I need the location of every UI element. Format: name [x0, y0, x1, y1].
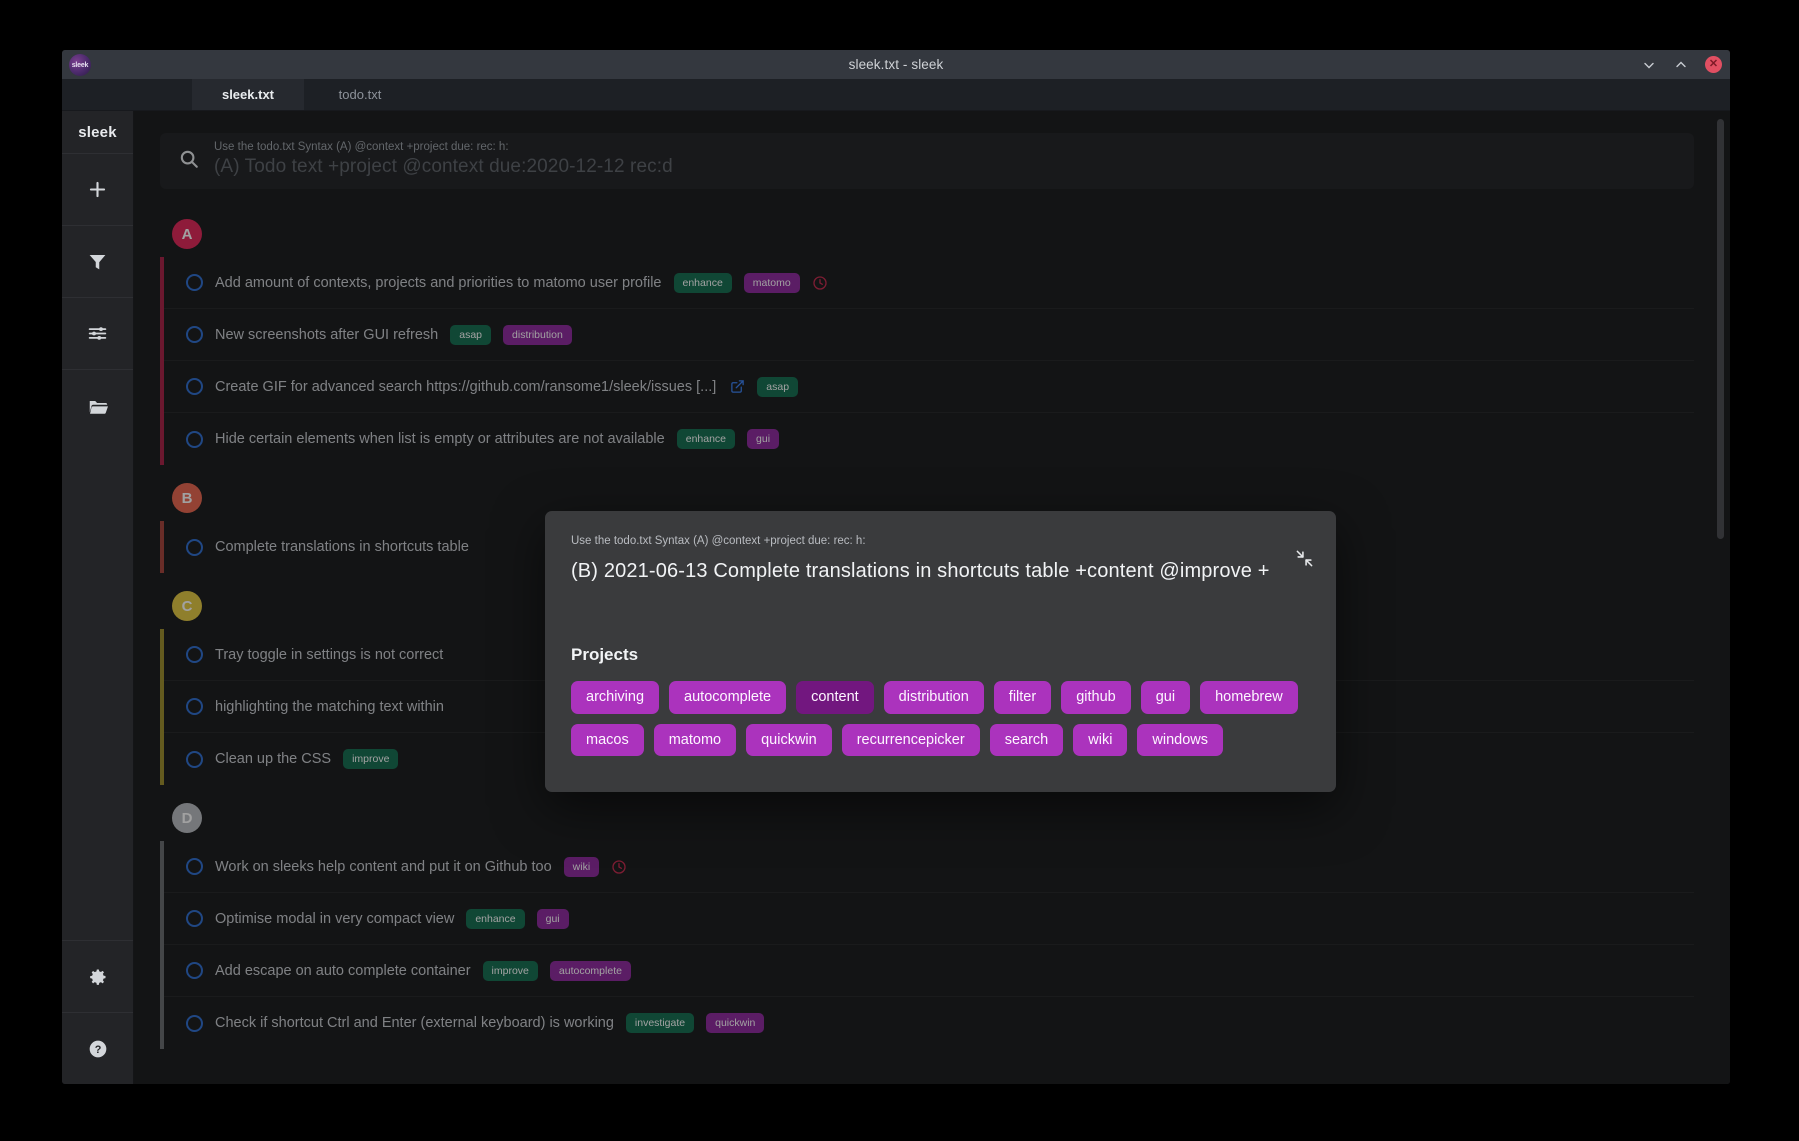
project-chip[interactable]: search	[989, 723, 1064, 756]
project-chip[interactable]: wiki	[1073, 723, 1128, 756]
project-chip[interactable]: homebrew	[1200, 681, 1298, 714]
window-titlebar: sleek sleek.txt - sleek ✕	[62, 50, 1730, 79]
project-chip[interactable]: quickwin	[746, 723, 832, 756]
funnel-icon	[87, 251, 108, 272]
sidebar-brand: sleek	[78, 123, 117, 141]
minimize-button[interactable]	[1641, 57, 1657, 73]
window-title: sleek.txt - sleek	[848, 57, 944, 72]
folder-open-icon	[87, 395, 109, 417]
close-button[interactable]: ✕	[1705, 56, 1722, 73]
project-chip[interactable]: matomo	[653, 723, 737, 756]
sidebar-item-sliders[interactable]	[62, 297, 133, 369]
sidebar-item-settings[interactable]	[62, 940, 133, 1012]
project-chip[interactable]: filter	[993, 681, 1052, 714]
maximize-button[interactable]	[1673, 57, 1689, 73]
gear-icon	[88, 967, 108, 987]
modal-section-title: Projects	[571, 645, 639, 664]
svg-text:?: ?	[94, 1044, 101, 1056]
modal-todo-input[interactable]: (B) 2021-06-13 Complete translations in …	[571, 560, 1310, 583]
desktop-background: sleek sleek.txt - sleek ✕ sleek.txt todo…	[0, 0, 1799, 1141]
main-content: Use the todo.txt Syntax (A) @context +pr…	[134, 111, 1730, 1084]
file-tab-bar: sleek.txt todo.txt	[62, 79, 1730, 111]
project-chip[interactable]: content	[796, 681, 874, 714]
project-chip[interactable]: github	[1061, 681, 1131, 714]
sidebar-item-open-file[interactable]	[62, 369, 133, 441]
project-chip[interactable]: macos	[571, 723, 644, 756]
sliders-icon	[87, 323, 108, 344]
plus-icon	[87, 179, 108, 200]
todo-edit-modal: Use the todo.txt Syntax (A) @context +pr…	[545, 511, 1336, 792]
project-chip[interactable]: gui	[1140, 681, 1191, 714]
project-chip-list: archiving autocomplete content distribution…	[571, 681, 1310, 756]
project-chip[interactable]: recurrencepicker	[841, 723, 980, 756]
project-chip[interactable]: windows	[1137, 723, 1224, 756]
tab-todo-txt[interactable]: todo.txt	[304, 79, 416, 110]
sidebar: sleek ?	[62, 111, 134, 1084]
project-chip[interactable]: autocomplete	[669, 681, 787, 714]
sidebar-item-filter[interactable]	[62, 225, 133, 297]
application-window: sleek sleek.txt - sleek ✕ sleek.txt todo…	[62, 50, 1730, 1084]
sidebar-item-add[interactable]	[62, 153, 133, 225]
help-circle-icon: ?	[88, 1039, 108, 1059]
project-chip[interactable]: archiving	[571, 681, 660, 714]
app-logo-icon: sleek	[69, 54, 91, 76]
project-chip[interactable]: distribution	[883, 681, 984, 714]
window-body: sleek ? Use the todo.txt Syntax (A) @con…	[62, 111, 1730, 1084]
compress-arrows-icon[interactable]	[1295, 549, 1314, 573]
tab-sleek-txt[interactable]: sleek.txt	[192, 79, 304, 110]
modal-hint: Use the todo.txt Syntax (A) @context +pr…	[571, 535, 866, 547]
window-controls: ✕	[1641, 50, 1722, 79]
sidebar-item-help[interactable]: ?	[62, 1012, 133, 1084]
